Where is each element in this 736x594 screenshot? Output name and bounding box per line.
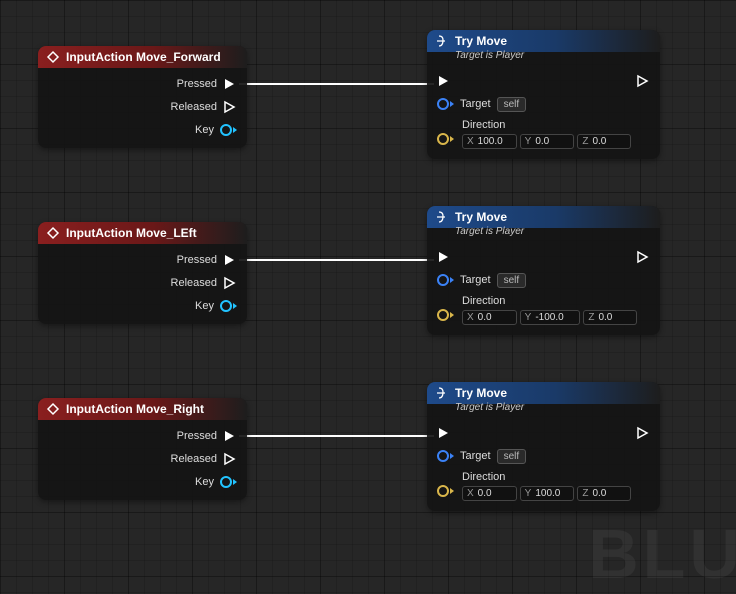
exec-out-icon[interactable] [636, 74, 650, 88]
data-in-icon [437, 485, 454, 497]
data-out-icon [220, 300, 237, 312]
node-inputaction-left[interactable]: InputAction Move_LEft Pressed Released K… [38, 222, 247, 324]
node-trymove-0[interactable]: Try Move Target is Player Target self Di… [427, 30, 660, 159]
pin-direction[interactable]: Direction X Y Z [437, 119, 650, 149]
data-out-icon [220, 476, 237, 488]
event-icon [46, 226, 60, 240]
node-trymove-2[interactable]: Try Move Target is Player Target self Di… [427, 382, 660, 511]
data-in-icon [437, 450, 454, 462]
data-out-icon [220, 124, 237, 136]
dir-y-input[interactable] [535, 136, 569, 147]
dir-z-input[interactable] [592, 488, 626, 499]
pin-pressed[interactable]: Pressed [48, 76, 237, 92]
pin-released[interactable]: Released [48, 275, 237, 291]
exec-out-icon[interactable] [636, 426, 650, 440]
pin-pressed[interactable]: Pressed [48, 252, 237, 268]
dir-y-input[interactable] [535, 488, 569, 499]
pin-direction[interactable]: Direction X Y Z [437, 471, 650, 501]
node-header[interactable]: InputAction Move_LEft [38, 222, 247, 244]
event-icon [46, 50, 60, 64]
vector-field: X Y Z [462, 310, 637, 325]
function-icon [435, 210, 449, 224]
node-title: InputAction Move_Right [66, 402, 204, 416]
data-in-icon [437, 133, 454, 145]
node-trymove-1[interactable]: Try Move Target is Player Target self Di… [427, 206, 660, 335]
exec-out-icon[interactable] [636, 250, 650, 264]
pin-released[interactable]: Released [48, 99, 237, 115]
exec-in-icon[interactable] [437, 426, 451, 440]
exec-out-icon [223, 77, 237, 91]
dir-x-input[interactable] [478, 488, 512, 499]
pin-key[interactable]: Key [48, 298, 237, 314]
function-icon [435, 34, 449, 48]
data-in-icon [437, 98, 454, 110]
dir-x-input[interactable] [478, 312, 512, 323]
vector-field: X Y Z [462, 134, 631, 149]
pin-key[interactable]: Key [48, 122, 237, 138]
node-header[interactable]: Try Move [427, 206, 660, 228]
node-header[interactable]: Try Move [427, 382, 660, 404]
node-subtitle: Target is Player [427, 226, 660, 241]
pin-released[interactable]: Released [48, 451, 237, 467]
node-subtitle: Target is Player [427, 402, 660, 417]
dir-x-input[interactable] [478, 136, 512, 147]
node-title: InputAction Move_Forward [66, 50, 221, 64]
node-header[interactable]: InputAction Move_Right [38, 398, 247, 420]
vector-field: X Y Z [462, 486, 631, 501]
node-title: InputAction Move_LEft [66, 226, 197, 240]
node-header[interactable]: Try Move [427, 30, 660, 52]
watermark: BLU [588, 514, 736, 594]
exec-out-icon [223, 452, 237, 466]
dir-z-input[interactable] [592, 136, 626, 147]
target-self-pill: self [497, 449, 527, 464]
pin-key[interactable]: Key [48, 474, 237, 490]
exec-out-icon [223, 253, 237, 267]
event-icon [46, 402, 60, 416]
pin-target[interactable]: Target self [437, 448, 650, 464]
target-self-pill: self [497, 273, 527, 288]
data-in-icon [437, 274, 454, 286]
node-title: Try Move [455, 34, 507, 48]
node-title: Try Move [455, 386, 507, 400]
pin-target[interactable]: Target self [437, 272, 650, 288]
dir-y-input[interactable] [535, 312, 575, 323]
exec-out-icon [223, 100, 237, 114]
node-inputaction-forward[interactable]: InputAction Move_Forward Pressed Release… [38, 46, 247, 148]
exec-out-icon [223, 276, 237, 290]
dir-z-input[interactable] [598, 312, 632, 323]
data-in-icon [437, 309, 454, 321]
exec-in-icon[interactable] [437, 250, 451, 264]
function-icon [435, 386, 449, 400]
node-header[interactable]: InputAction Move_Forward [38, 46, 247, 68]
node-subtitle: Target is Player [427, 50, 660, 65]
pin-pressed[interactable]: Pressed [48, 428, 237, 444]
exec-out-icon [223, 429, 237, 443]
node-inputaction-right[interactable]: InputAction Move_Right Pressed Released … [38, 398, 247, 500]
pin-target[interactable]: Target self [437, 96, 650, 112]
node-title: Try Move [455, 210, 507, 224]
exec-in-icon[interactable] [437, 74, 451, 88]
pin-direction[interactable]: Direction X Y Z [437, 295, 650, 325]
target-self-pill: self [497, 97, 527, 112]
